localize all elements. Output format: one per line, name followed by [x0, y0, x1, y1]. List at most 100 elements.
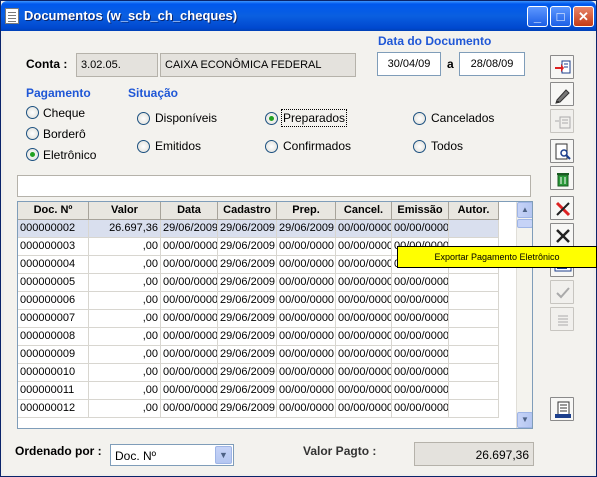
radio-cancelados-label[interactable]: Cancelados: [431, 111, 494, 125]
cell-cancel: 00/00/0000: [336, 328, 392, 346]
chevron-down-icon[interactable]: ▼: [215, 446, 232, 464]
cell-autor: [449, 364, 499, 382]
preview-button[interactable]: [550, 139, 574, 163]
cell-cancel: 00/00/0000: [336, 292, 392, 310]
radio-cheque-label[interactable]: Cheque: [43, 106, 85, 120]
date-to-input[interactable]: 28/08/09: [459, 52, 525, 76]
col-prep[interactable]: Prep.: [277, 202, 336, 220]
col-valor[interactable]: Valor: [89, 202, 161, 220]
list-add-button[interactable]: [550, 109, 574, 133]
cell-cancel: 00/00/0000: [336, 346, 392, 364]
confirm-button[interactable]: [550, 280, 574, 304]
cell-doc-no: 000000004: [18, 256, 89, 274]
radio-cancelados[interactable]: [413, 112, 426, 125]
edit-pen-icon: [555, 89, 570, 104]
preview-search-icon: [555, 143, 571, 160]
radio-preparados[interactable]: [265, 112, 278, 125]
ordenado-select[interactable]: Doc. Nº ▼: [110, 444, 234, 466]
cell-prep: 00/00/0000: [277, 364, 336, 382]
confirm-check-icon: [556, 287, 570, 299]
scroll-up-icon[interactable]: ▲: [517, 202, 532, 218]
filter-band[interactable]: [17, 175, 531, 197]
scroll-thumb[interactable]: [517, 219, 532, 228]
cell-doc-no: 000000007: [18, 310, 89, 328]
cell-doc-no: 000000012: [18, 400, 89, 418]
cell-doc-no: 000000010: [18, 364, 89, 382]
cell-cadastro: 29/06/2009: [218, 256, 277, 274]
report-icon: [555, 401, 571, 418]
edit-button[interactable]: [550, 82, 574, 106]
scroll-down-icon[interactable]: ▼: [517, 412, 532, 428]
radio-todos[interactable]: [413, 140, 426, 153]
radio-disponiveis-label[interactable]: Disponíveis: [155, 111, 217, 125]
cell-cancel: 00/00/0000: [336, 400, 392, 418]
grid-vertical-scrollbar[interactable]: ▲ ▼: [516, 202, 532, 428]
cell-data: 00/00/0000: [161, 256, 218, 274]
minimize-button[interactable]: _: [527, 6, 548, 27]
cell-cadastro: 29/06/2009: [218, 292, 277, 310]
radio-cheque[interactable]: [26, 106, 39, 119]
cell-emissao: 00/00/0000: [392, 310, 449, 328]
cell-prep: 00/00/0000: [277, 292, 336, 310]
cell-data: 00/00/0000: [161, 274, 218, 292]
close-document-button[interactable]: [550, 223, 574, 247]
title-bar[interactable]: Documentos (w_scb_ch_cheques) _ □ ✕: [1, 1, 596, 31]
radio-bordero-label[interactable]: Borderô: [43, 127, 86, 141]
col-data[interactable]: Data: [161, 202, 218, 220]
conta-code-field: 3.02.05.: [76, 53, 158, 77]
cell-cadastro: 29/06/2009: [218, 382, 277, 400]
radio-emitidos-label[interactable]: Emitidos: [155, 139, 201, 153]
select-document-button[interactable]: [550, 55, 574, 79]
radio-emitidos[interactable]: [137, 140, 150, 153]
cell-doc-no: 000000006: [18, 292, 89, 310]
cell-doc-no: 000000003: [18, 238, 89, 256]
cell-valor: ,00: [89, 346, 161, 364]
cell-valor: ,00: [89, 310, 161, 328]
cell-prep: 00/00/0000: [277, 238, 336, 256]
list-lines-icon: [558, 315, 568, 326]
col-doc-no[interactable]: Doc. Nº: [18, 202, 89, 220]
radio-todos-label[interactable]: Todos: [431, 139, 463, 153]
document-app-icon: [5, 8, 19, 24]
close-x-icon: [556, 229, 570, 243]
col-cadastro[interactable]: Cadastro: [218, 202, 277, 220]
documents-grid[interactable]: Doc. Nº Valor Data Cadastro Prep. Cancel…: [17, 201, 533, 429]
cell-autor: [449, 346, 499, 364]
cell-data: 00/00/0000: [161, 364, 218, 382]
cell-data: 00/00/0000: [161, 292, 218, 310]
delete-button[interactable]: [550, 166, 574, 190]
col-cancel[interactable]: Cancel.: [336, 202, 392, 220]
maximize-button[interactable]: □: [550, 6, 571, 27]
cell-prep: 00/00/0000: [277, 400, 336, 418]
date-from-input[interactable]: 30/04/09: [377, 52, 441, 76]
col-emissao[interactable]: Emissão: [392, 202, 449, 220]
cell-data: 00/00/0000: [161, 310, 218, 328]
cell-emissao: 00/00/0000: [392, 382, 449, 400]
report-button[interactable]: [550, 397, 574, 421]
radio-confirmados[interactable]: [265, 140, 278, 153]
cell-cadastro: 29/06/2009: [218, 364, 277, 382]
cell-valor: ,00: [89, 382, 161, 400]
cell-prep: 29/06/2009: [277, 220, 336, 238]
data-documento-title: Data do Documento: [378, 34, 492, 48]
radio-confirmados-label[interactable]: Confirmados: [283, 139, 351, 153]
close-button[interactable]: ✕: [573, 6, 594, 27]
cell-cadastro: 29/06/2009: [218, 328, 277, 346]
cancel-document-button[interactable]: [550, 196, 574, 220]
radio-eletronico[interactable]: [26, 148, 39, 161]
radio-preparados-label[interactable]: Preparados: [280, 109, 348, 127]
cell-valor: ,00: [89, 256, 161, 274]
list-add-icon: [555, 116, 571, 129]
situacao-title: Situação: [128, 86, 179, 100]
cell-cancel: 00/00/0000: [336, 256, 392, 274]
radio-disponiveis[interactable]: [137, 112, 150, 125]
cell-cadastro: 29/06/2009: [218, 274, 277, 292]
col-autor[interactable]: Autor.: [449, 202, 499, 220]
cell-cancel: 00/00/0000: [336, 274, 392, 292]
list-lines-button[interactable]: [550, 307, 574, 331]
radio-bordero[interactable]: [26, 127, 39, 140]
cell-prep: 00/00/0000: [277, 328, 336, 346]
radio-eletronico-label[interactable]: Eletrônico: [43, 148, 96, 162]
cell-valor: ,00: [89, 238, 161, 256]
cell-data: 00/00/0000: [161, 382, 218, 400]
